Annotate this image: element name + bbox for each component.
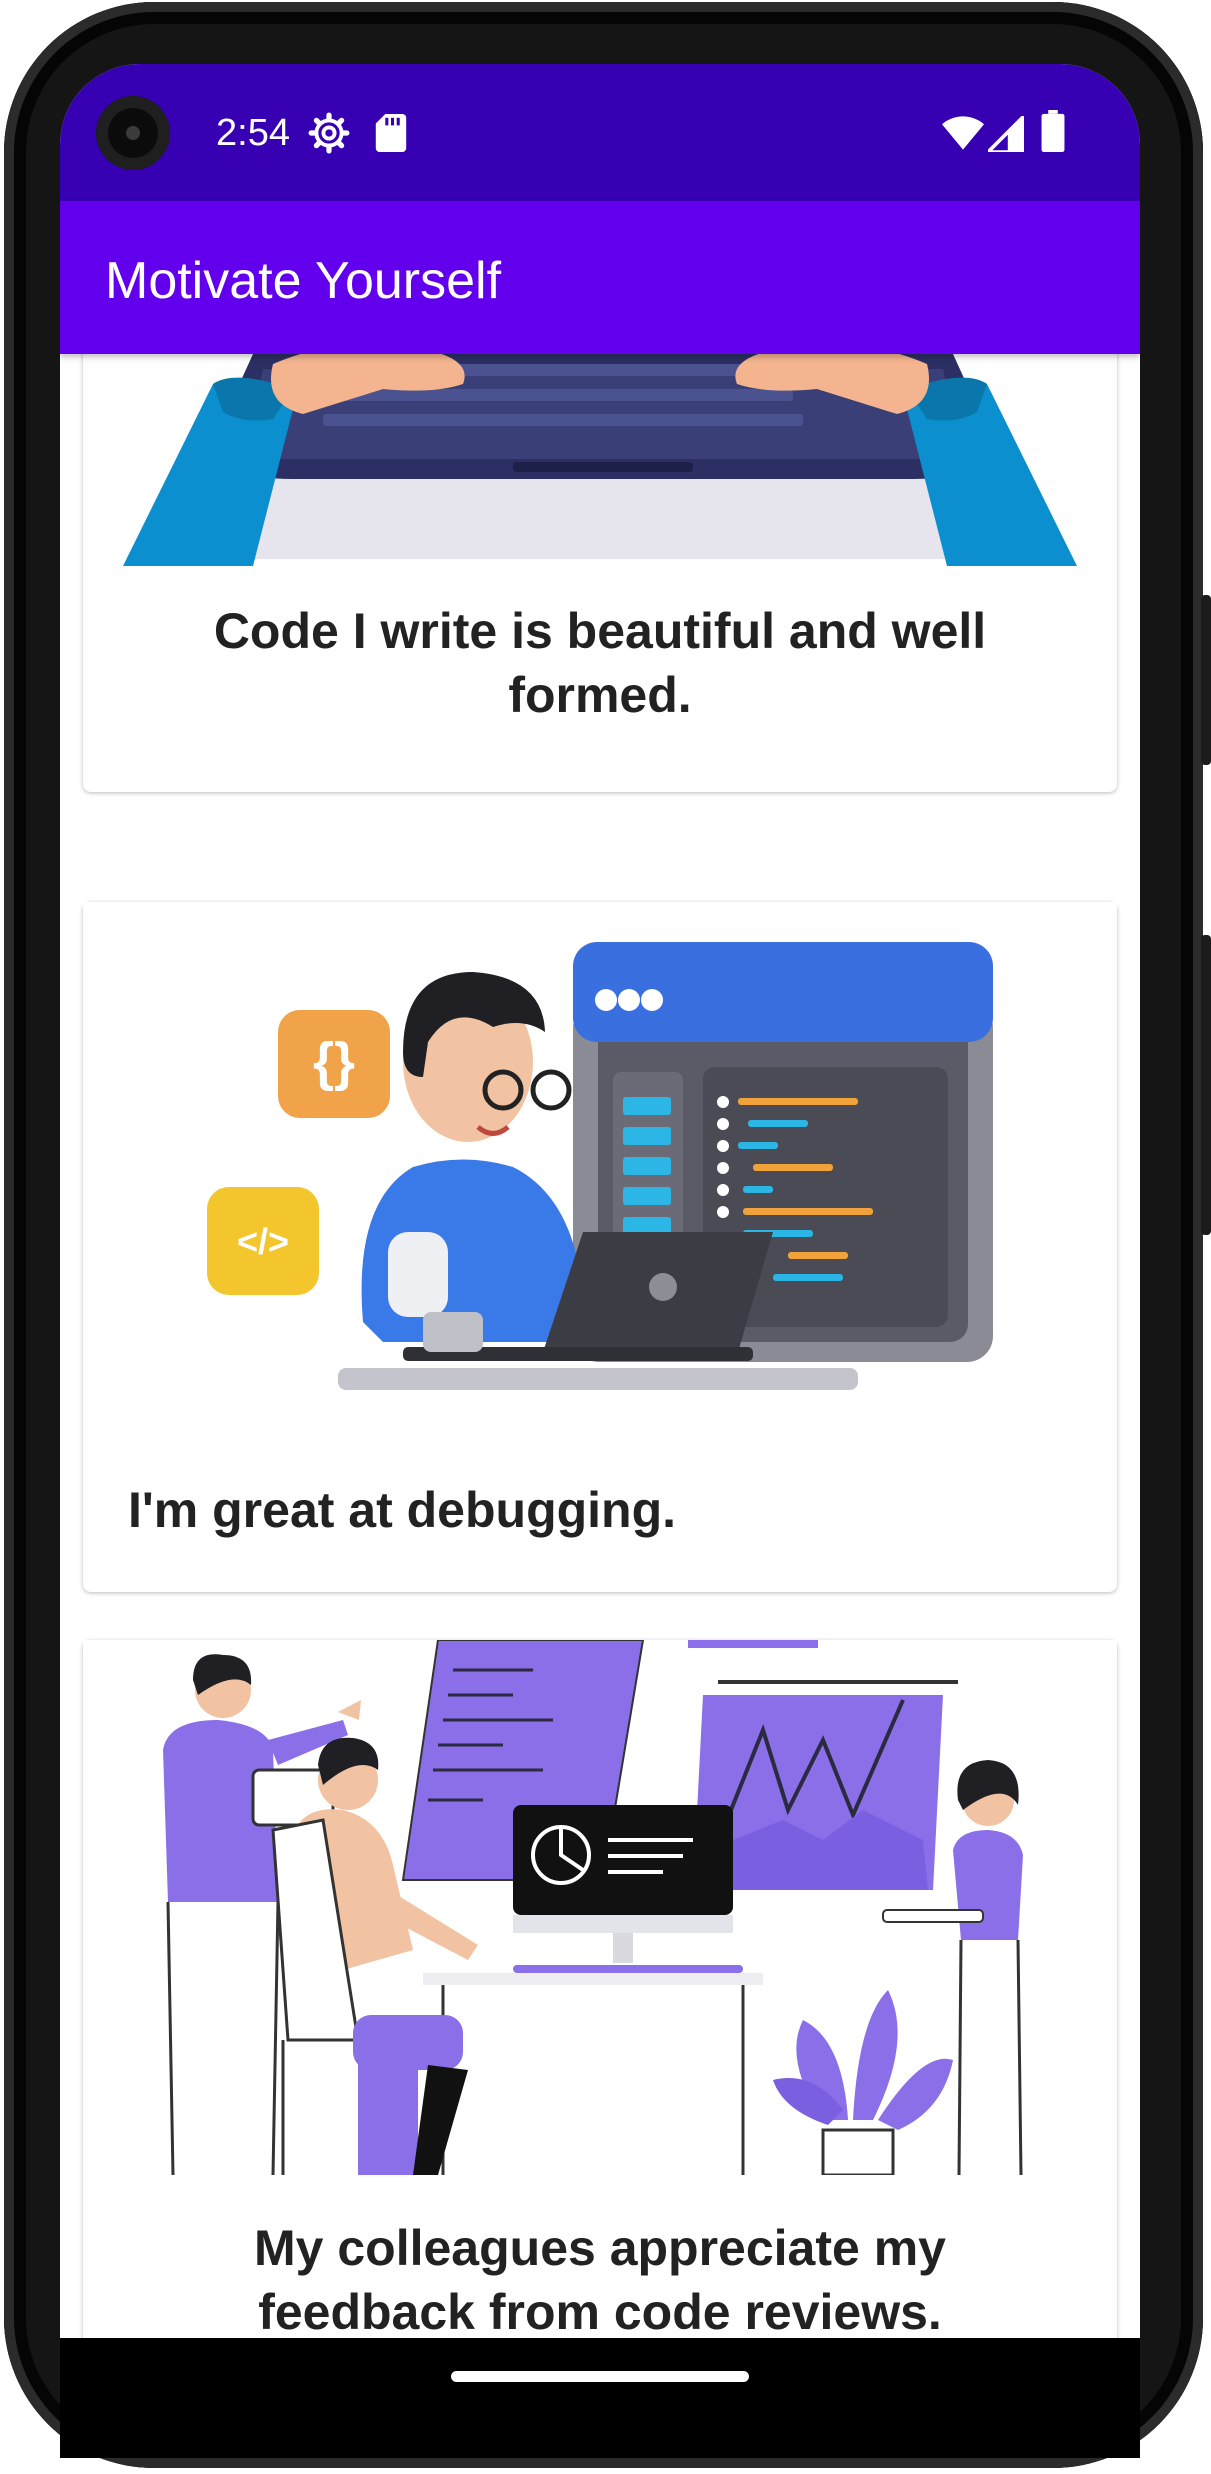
power-button <box>1201 595 1211 765</box>
cell-signal-icon <box>988 116 1024 152</box>
gesture-nav-handle[interactable] <box>451 2371 749 2382</box>
affirmation-list[interactable]: Code I write is beautiful and well forme… <box>60 354 1140 2338</box>
affirmation-card[interactable]: {} </> I'm great at debugging. <box>83 902 1117 1592</box>
affirmation-image <box>83 1640 1117 2175</box>
navigation-bar <box>60 2338 1140 2458</box>
front-camera <box>96 96 170 170</box>
affirmation-card[interactable]: Code I write is beautiful and well forme… <box>83 354 1117 792</box>
affirmation-card[interactable]: My colleagues appreciate my feedback fro… <box>83 1640 1117 2338</box>
affirmation-text: Code I write is beautiful and well forme… <box>213 603 987 723</box>
device-screen: 2:54 Motivate Yourself Code I write is b… <box>60 64 1140 2338</box>
settings-gear-icon <box>308 112 350 154</box>
affirmation-text: I'm great at debugging. <box>128 1482 677 1538</box>
wifi-icon <box>942 116 984 150</box>
svg-text:{}: {} <box>313 1032 355 1092</box>
svg-text:</>: </> <box>237 1221 289 1262</box>
status-bar: 2:54 <box>60 64 1140 201</box>
app-title: Motivate Yourself <box>105 252 502 310</box>
status-time: 2:54 <box>216 112 290 154</box>
battery-icon <box>1041 110 1065 152</box>
team-collaborating-illustration <box>83 1640 1117 2175</box>
affirmation-image <box>83 354 1117 566</box>
sd-card-icon <box>375 114 407 152</box>
developer-with-laptop-illustration: {} </> <box>83 902 1117 1422</box>
volume-button <box>1201 935 1211 1235</box>
affirmation-text: My colleagues appreciate my feedback fro… <box>254 2220 946 2338</box>
app-bar: Motivate Yourself <box>60 201 1140 354</box>
hands-typing-on-laptop-illustration <box>83 354 1117 566</box>
affirmation-image: {} </> <box>83 902 1117 1422</box>
